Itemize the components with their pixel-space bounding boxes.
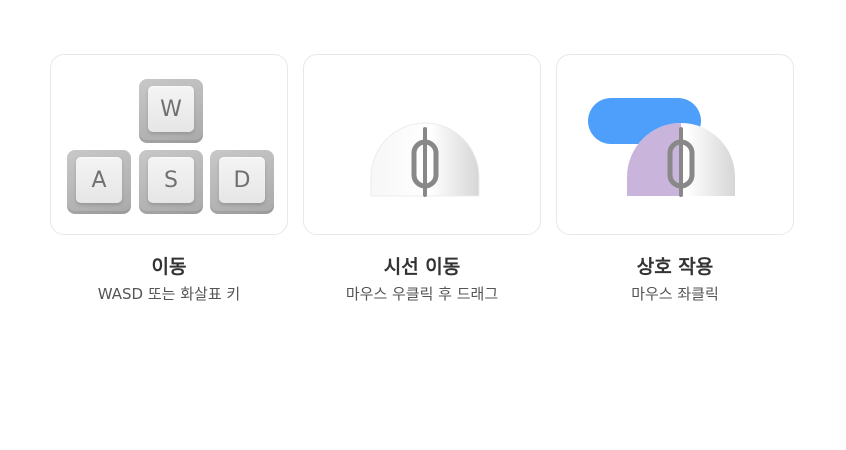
look-caption: 시선 이동 마우스 우클릭 후 드래그 — [303, 254, 541, 304]
move-caption: 이동 WASD 또는 화살표 키 — [50, 254, 288, 304]
a-key-icon: A — [67, 150, 131, 214]
mouse-icon — [370, 121, 480, 197]
interact-card — [556, 54, 794, 235]
w-key-icon: W — [139, 79, 203, 143]
move-card: W A S D — [50, 54, 288, 235]
interact-title: 상호 작용 — [636, 256, 714, 278]
interact-description: 마우스 좌클릭 — [631, 285, 719, 303]
controls-guide: W A S D 이동 WASD 또는 화살표 키 시선 이동 마우스 우클릭 후… — [0, 0, 846, 450]
a-key-label: A — [76, 157, 122, 203]
d-key-label: D — [219, 157, 265, 203]
s-key-icon: S — [139, 150, 203, 214]
move-title: 이동 — [151, 256, 187, 278]
look-title: 시선 이동 — [383, 256, 461, 278]
move-description: WASD 또는 화살표 키 — [97, 285, 241, 303]
look-card — [303, 54, 541, 235]
s-key-label: S — [148, 157, 194, 203]
interact-caption: 상호 작용 마우스 좌클릭 — [556, 254, 794, 304]
mouse-left-click-icon — [626, 121, 736, 197]
look-description: 마우스 우클릭 후 드래그 — [345, 285, 499, 303]
w-key-label: W — [148, 86, 194, 132]
d-key-icon: D — [210, 150, 274, 214]
